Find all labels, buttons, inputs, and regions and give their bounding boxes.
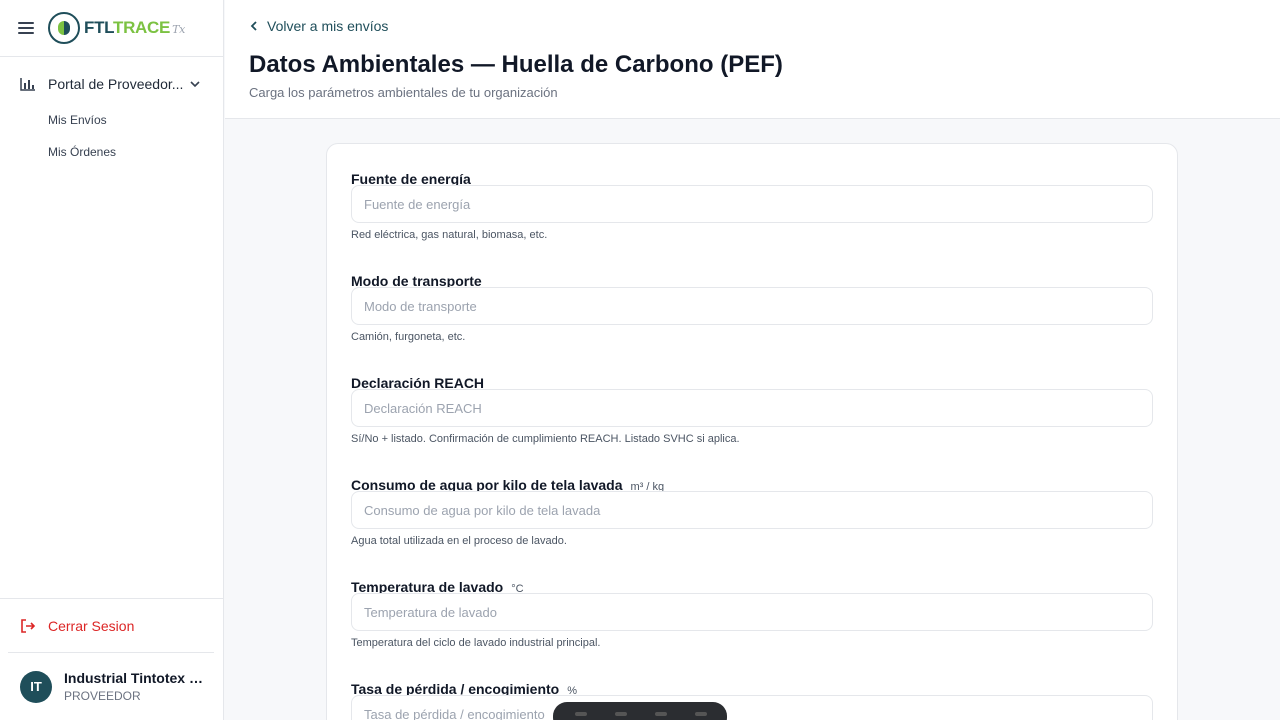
field-help: Agua total utilizada en el proceso de la… xyxy=(351,535,567,547)
modo-transporte-input[interactable] xyxy=(351,287,1153,325)
sidebar-item-mis-ordenes[interactable]: Mis Órdenes xyxy=(48,145,116,159)
chevron-down-icon xyxy=(190,81,200,88)
brand-name: FTLTRACE Tx xyxy=(84,18,186,37)
logout-icon xyxy=(21,618,36,633)
field-help: Sí/No + listado. Confirmación de cumplim… xyxy=(351,433,740,445)
back-link[interactable]: Volver a mis envíos xyxy=(249,18,388,34)
sidebar-header: FTLTRACE Tx xyxy=(0,0,223,57)
temperatura-lavado-input[interactable] xyxy=(351,593,1153,631)
field-fuente-energia: Fuente de energía Red eléctrica, gas nat… xyxy=(351,171,1153,241)
sidebar-group-portal[interactable]: Portal de Proveedor... xyxy=(0,72,224,96)
user-profile[interactable]: IT Industrial Tintotex S... PROVEEDOR xyxy=(8,652,214,720)
field-help: Red eléctrica, gas natural, biomasa, etc… xyxy=(351,229,548,241)
chart-icon xyxy=(20,78,35,91)
logout-label: Cerrar Sesion xyxy=(48,617,135,634)
logo-mark-icon xyxy=(48,12,80,44)
declaracion-reach-input[interactable] xyxy=(351,389,1153,427)
page-subtitle: Carga los parámetros ambientales de tu o… xyxy=(249,85,558,100)
page-title: Datos Ambientales — Huella de Carbono (P… xyxy=(249,51,783,78)
tasa-perdida-input[interactable] xyxy=(351,695,1153,720)
back-link-label: Volver a mis envíos xyxy=(267,18,389,34)
field-tasa-perdida: Tasa de pérdida / encogimiento% xyxy=(351,681,1153,720)
avatar: IT xyxy=(20,670,52,703)
floating-toolbar[interactable] xyxy=(553,702,727,720)
environmental-form-card: Fuente de energía Red eléctrica, gas nat… xyxy=(326,143,1178,720)
logout-button[interactable]: Cerrar Sesion xyxy=(0,598,224,652)
field-help: Temperatura del ciclo de lavado industri… xyxy=(351,637,601,649)
field-modo-transporte: Modo de transporte Camión, furgoneta, et… xyxy=(351,273,1153,343)
user-name: Industrial Tintotex S... xyxy=(64,670,206,686)
sidebar: FTLTRACE Tx Portal de Proveedor... Mis En… xyxy=(0,0,224,720)
user-role: PROVEEDOR xyxy=(64,689,141,703)
menu-icon[interactable] xyxy=(18,22,34,34)
field-temperatura-lavado: Temperatura de lavado °C Temperatura de l … xyxy=(351,579,1153,649)
field-help: Camión, furgoneta, etc. xyxy=(351,331,466,343)
brand-logo[interactable]: FTLTRACE Tx xyxy=(48,12,185,44)
field-declaracion-reach: Declaración REACH Sí/No + listado. Confi… xyxy=(351,375,1153,445)
field-consumo-agua: Consumo de agua por kilo de tela lavada m… xyxy=(351,477,1153,547)
consumo-agua-input[interactable] xyxy=(351,491,1153,529)
fuente-energia-input[interactable] xyxy=(351,185,1153,223)
sidebar-item-mis-envios[interactable]: Mis Envíos xyxy=(48,113,107,127)
chevron-left-icon xyxy=(250,21,257,31)
page-header: Volver a mis envíos Datos Ambientales — … xyxy=(225,0,1280,119)
sidebar-group-label: Portal de Proveedor... xyxy=(48,76,184,92)
